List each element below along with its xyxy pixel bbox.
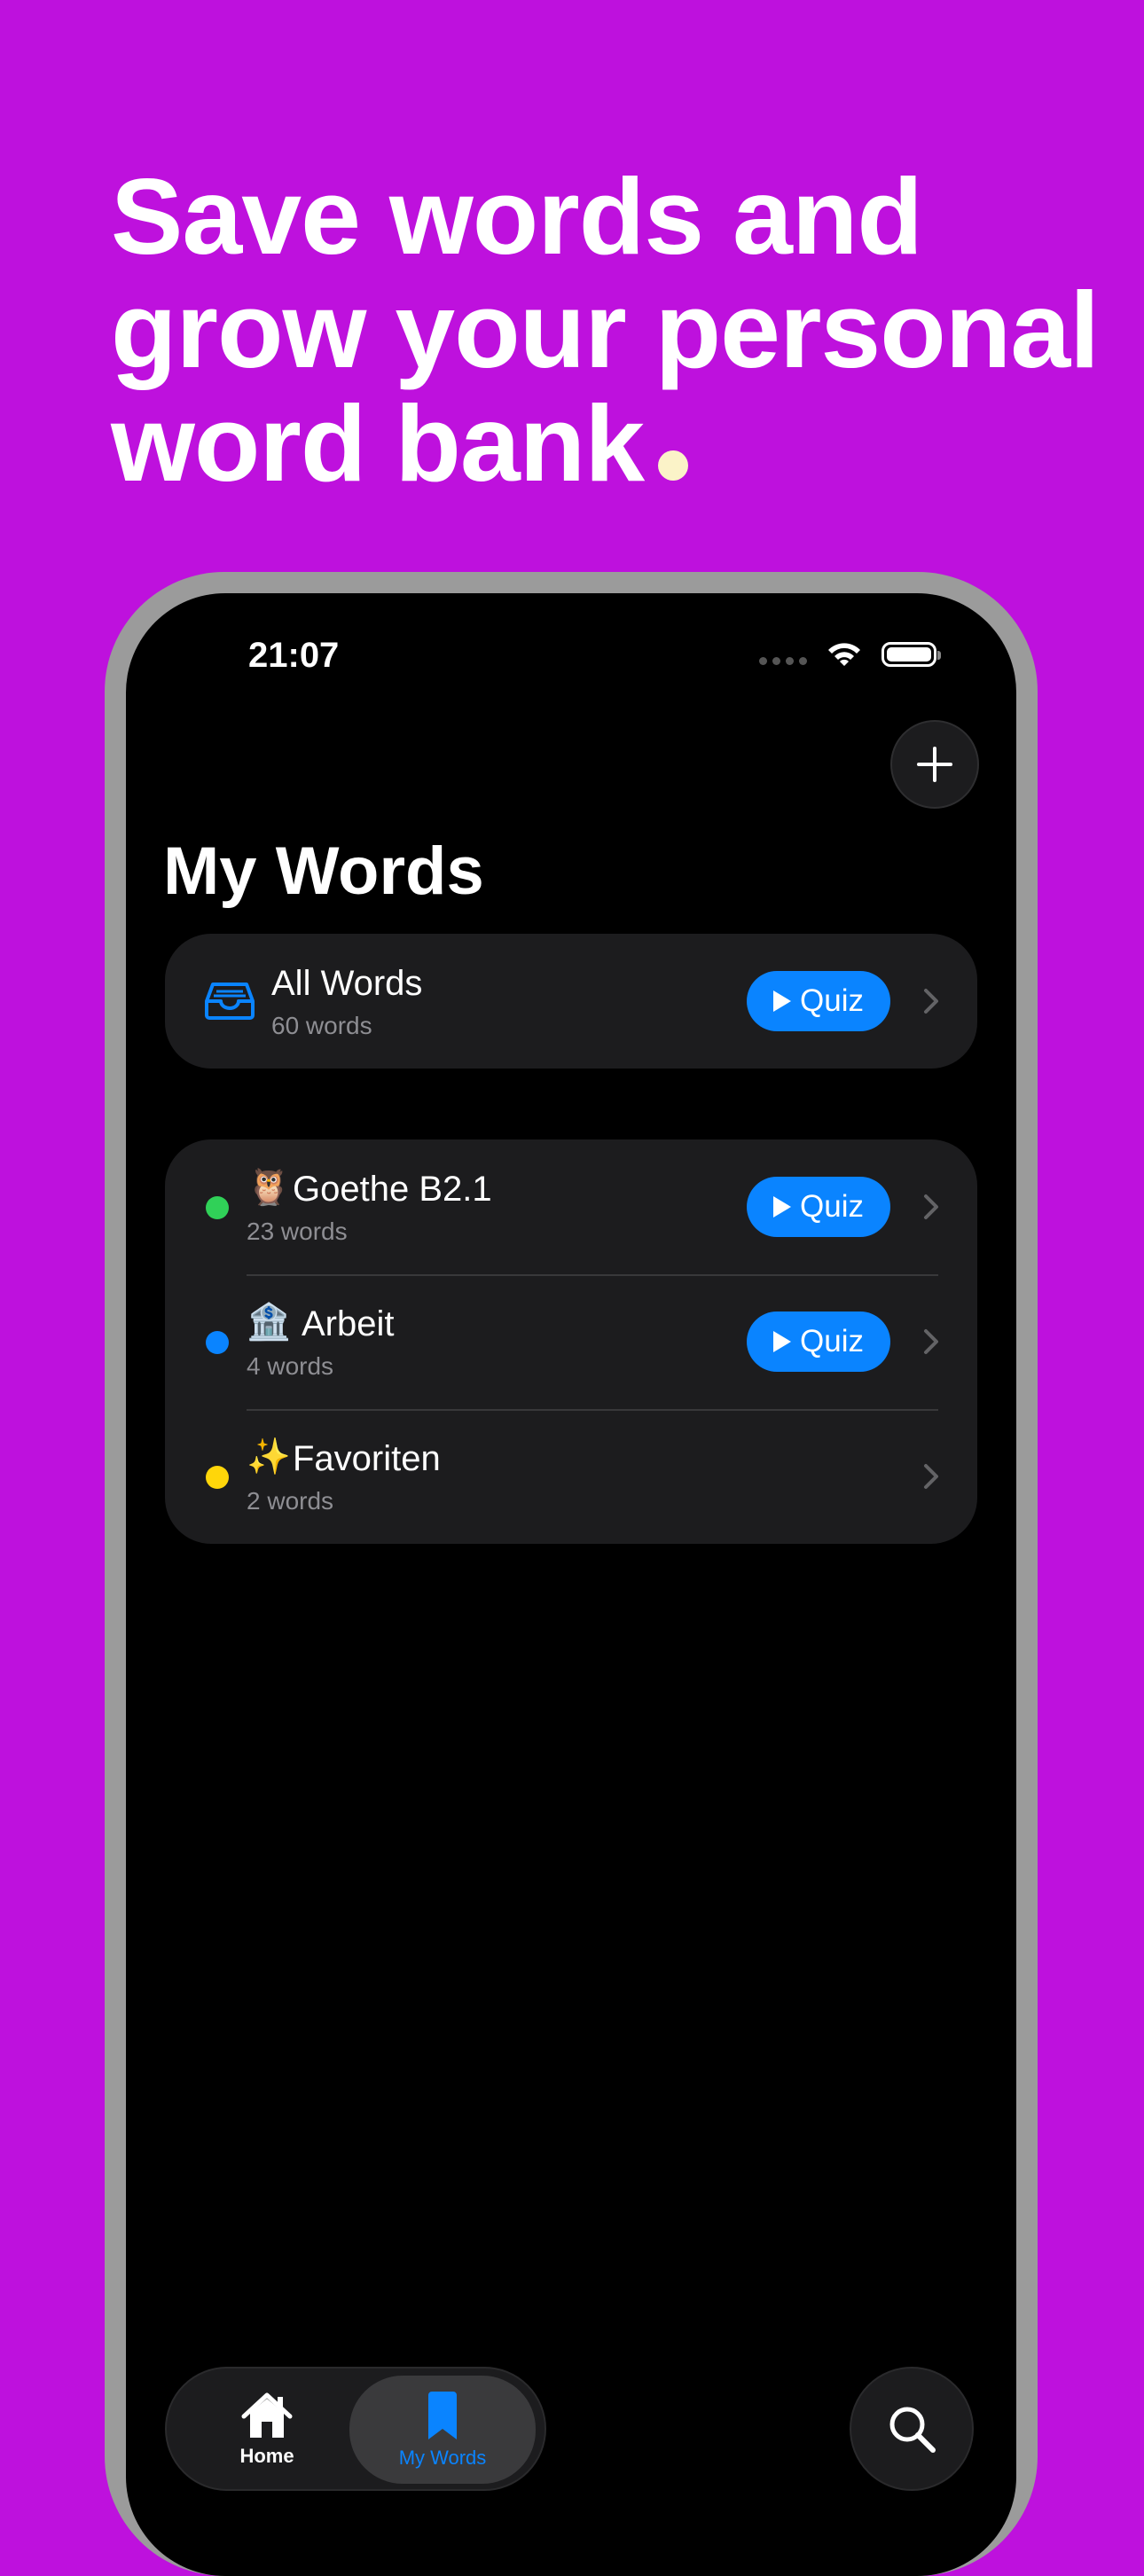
list-name: Goethe B2.1 — [293, 1170, 492, 1209]
tab-my-words[interactable]: My Words — [349, 2376, 536, 2484]
inbox-icon — [205, 983, 255, 1020]
chevron-right-icon — [924, 1194, 938, 1219]
list-count: 23 words — [247, 1218, 348, 1245]
all-words-title: All Words — [271, 964, 423, 1003]
headline-line-3-text: word bank — [111, 383, 645, 504]
list-count: 4 words — [247, 1352, 334, 1380]
headline: Save words and grow your personal word b… — [111, 160, 1104, 500]
status-time: 21:07 — [248, 636, 340, 675]
wifi-icon — [828, 643, 860, 666]
search-icon — [889, 2407, 936, 2453]
headline-dot — [658, 450, 689, 481]
chevron-right-icon — [924, 1464, 938, 1489]
quiz-label: Quiz — [800, 1189, 864, 1224]
list-color-dot — [206, 1466, 229, 1489]
list-color-dot — [206, 1331, 229, 1354]
list-quiz-button[interactable]: Quiz — [747, 1177, 890, 1237]
all-words-count: 60 words — [271, 1012, 372, 1039]
chevron-right-icon — [924, 1329, 938, 1354]
headline-line-1: Save words and — [111, 156, 923, 277]
list-row-arbeit[interactable]: 🏦 Arbeit 4 words Quiz — [165, 1274, 977, 1409]
chevron-right-icon — [924, 989, 938, 1014]
list-name: Favoriten — [293, 1439, 441, 1478]
bookmark-icon — [428, 2392, 457, 2439]
tab-home[interactable]: Home — [174, 2376, 360, 2484]
cellular-signal-icon — [759, 656, 807, 665]
headline-line-2: grow your personal — [111, 270, 1100, 390]
search-button[interactable] — [850, 2367, 974, 2491]
list-color-dot — [206, 1196, 229, 1219]
play-icon — [773, 1196, 792, 1218]
add-list-button[interactable] — [890, 720, 979, 809]
list-emoji: ✨ — [247, 1437, 291, 1476]
phone-screen: 21:07 My Words All Words 60 words Quiz 🦉… — [126, 593, 1016, 2576]
play-icon — [773, 1331, 792, 1352]
tab-my-words-label: My Words — [398, 2447, 487, 2469]
quiz-label: Quiz — [800, 1324, 864, 1358]
list-name: Arbeit — [302, 1304, 395, 1343]
list-count: 2 words — [247, 1487, 334, 1515]
page-title: My Words — [163, 834, 484, 909]
phone-frame: 21:07 My Words All Words 60 words Quiz 🦉… — [105, 572, 1038, 2576]
list-row-goethe[interactable]: 🦉 Goethe B2.1 23 words Quiz — [165, 1139, 977, 1274]
headline-line-3: word bank — [111, 387, 1104, 500]
list-quiz-button[interactable]: Quiz — [747, 1311, 890, 1372]
all-words-row[interactable]: All Words 60 words Quiz — [165, 934, 977, 1069]
word-lists-card: 🦉 Goethe B2.1 23 words Quiz 🏦 Arbeit 4 w… — [165, 1139, 977, 1544]
battery-icon — [882, 642, 941, 667]
all-words-card: All Words 60 words Quiz — [165, 934, 977, 1069]
play-icon — [773, 990, 792, 1012]
tab-home-label: Home — [239, 2445, 294, 2467]
house-icon — [241, 2392, 293, 2438]
tab-bar: Home My Words — [165, 2367, 546, 2491]
status-icons — [759, 639, 941, 669]
list-emoji: 🦉 — [247, 1168, 291, 1207]
quiz-label: Quiz — [800, 983, 864, 1018]
list-row-favoriten[interactable]: ✨ Favoriten 2 words — [165, 1409, 977, 1544]
plus-icon — [917, 747, 952, 782]
list-emoji: 🏦 — [247, 1303, 291, 1342]
all-words-quiz-button[interactable]: Quiz — [747, 971, 890, 1031]
